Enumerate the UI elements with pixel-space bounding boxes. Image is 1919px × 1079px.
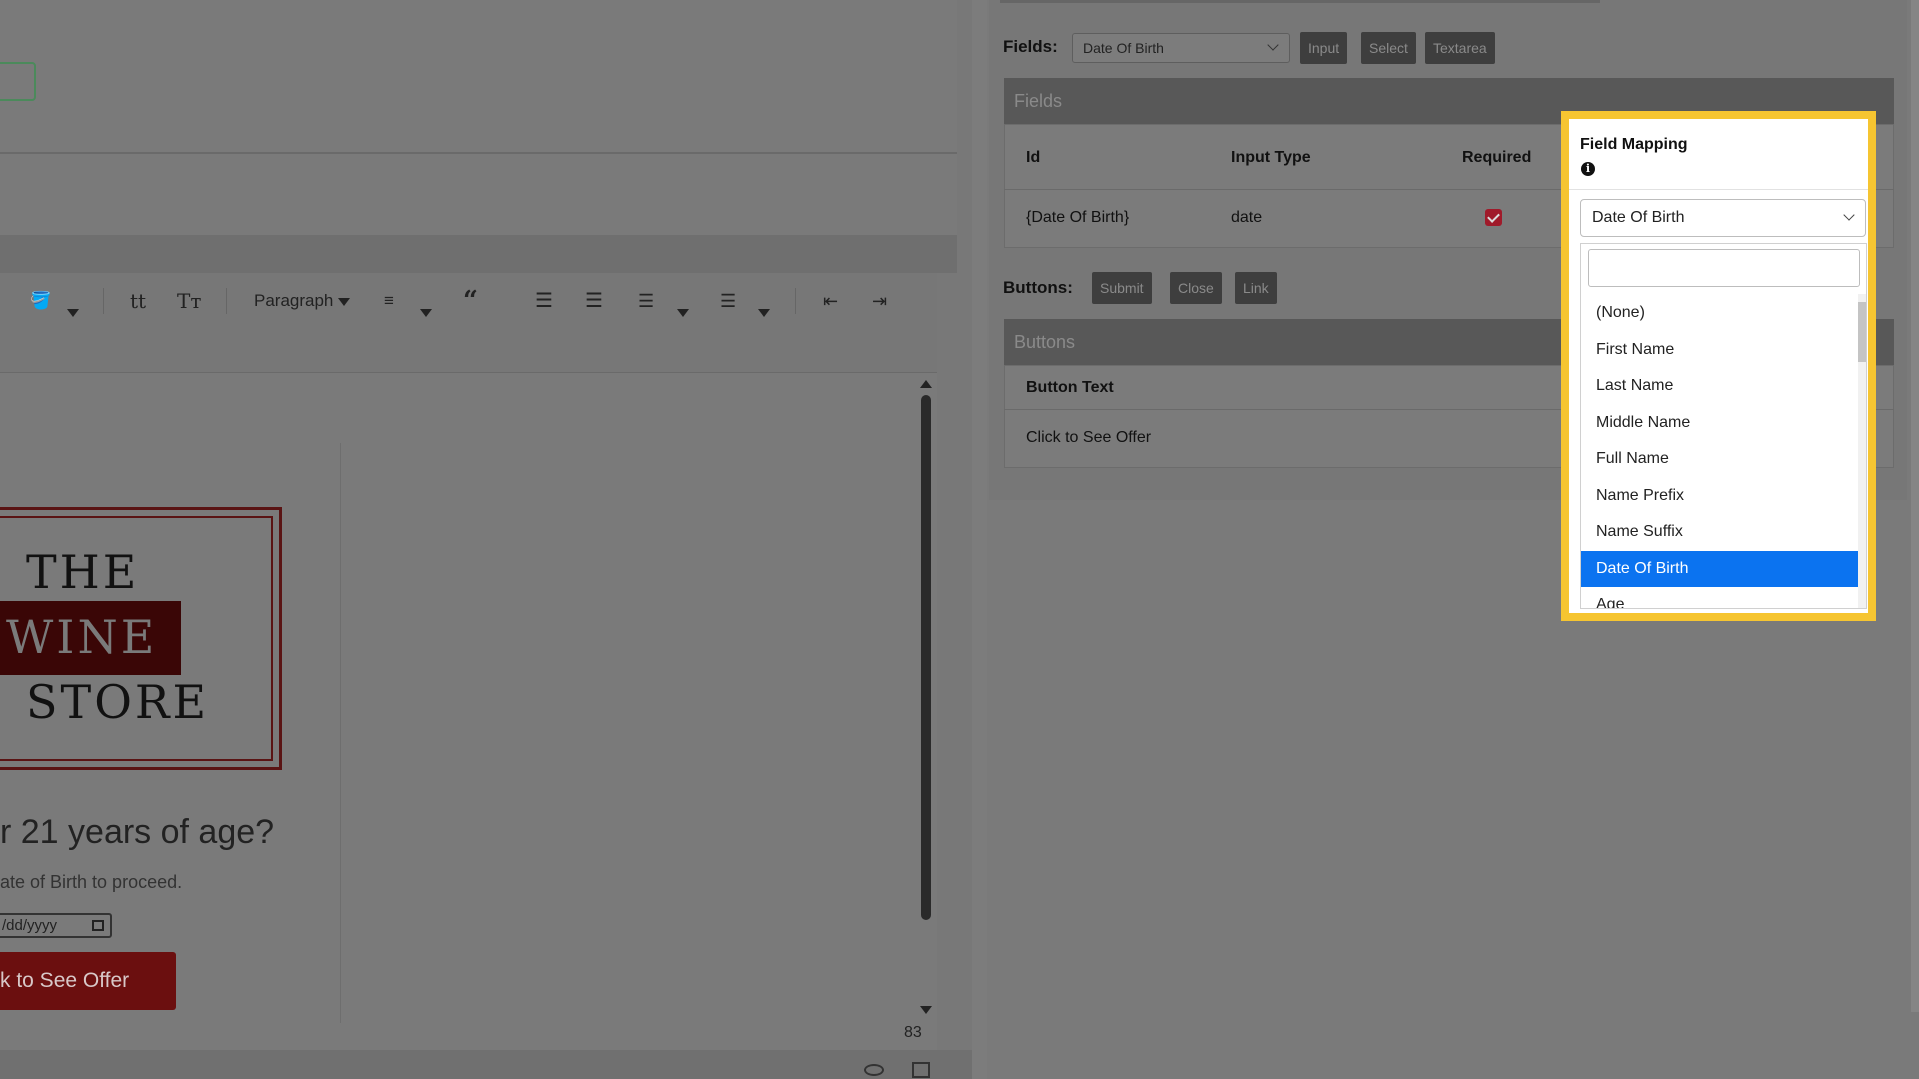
add-close-button[interactable]: Close (1170, 272, 1222, 304)
tab-underline (1000, 0, 1600, 3)
dropdown-search-input[interactable] (1588, 249, 1860, 287)
ordered-list-icon[interactable]: ☰ (535, 288, 553, 314)
add-link-button[interactable]: Link (1235, 272, 1277, 304)
button-text-cell: Click to See Offer (1026, 429, 1152, 446)
add-input-button[interactable]: Input (1300, 32, 1348, 64)
option-full-name[interactable]: Full Name (1581, 441, 1860, 478)
field-mapping-title: Field Mapping (1580, 136, 1688, 153)
editor-header-area (0, 0, 957, 235)
bullet-list-style-icon[interactable]: ☰ (720, 288, 736, 314)
option-name-prefix[interactable]: Name Prefix (1581, 478, 1860, 515)
fields-col-input-type: Input Type (1231, 149, 1311, 166)
dropdown-option-list: (None) First Name Last Name Middle Name … (1581, 295, 1860, 608)
option-middle-name[interactable]: Middle Name (1581, 405, 1860, 442)
preview-eye-icon[interactable] (864, 1064, 884, 1076)
field-mapping-divider (1569, 189, 1868, 190)
add-submit-button[interactable]: Submit (1092, 272, 1152, 304)
dropdown-scrollbar-thumb[interactable] (1858, 302, 1866, 362)
partial-input-box[interactable] (0, 62, 36, 101)
numbered-list-style-icon[interactable]: ☰ (638, 288, 654, 314)
chevron-down-icon (1843, 209, 1855, 221)
fields-select[interactable]: Date Of Birth (1072, 33, 1290, 63)
color-dropdown-caret[interactable] (67, 297, 79, 323)
field-mapping-select[interactable]: Date Of Birth (1580, 199, 1866, 237)
paint-bucket-icon[interactable]: 🪣 (30, 288, 51, 314)
logo-text-wine: WINE (6, 610, 158, 664)
paragraph-format-dropdown[interactable]: Paragraph (254, 288, 351, 314)
field-id-cell: {Date Of Birth} (1026, 209, 1130, 226)
indent-icon[interactable]: ⇥ (872, 288, 887, 314)
unordered-list-icon[interactable]: ☰ (585, 288, 603, 314)
option-age[interactable]: Age (1581, 587, 1860, 608)
field-mapping-select-value: Date Of Birth (1592, 209, 1685, 226)
field-input-type-cell: date (1231, 209, 1263, 226)
font-size-small-icon[interactable]: tt (130, 288, 146, 314)
numbered-list-caret[interactable] (677, 297, 689, 323)
toolbar-separator (103, 288, 104, 314)
see-offer-button[interactable]: k to See Offer (0, 952, 176, 1010)
option-last-name[interactable]: Last Name (1581, 368, 1860, 405)
blockquote-icon[interactable]: “ (463, 288, 478, 314)
bullet-list-caret[interactable] (758, 297, 770, 323)
required-checkbox[interactable] (1485, 209, 1502, 226)
open-external-icon[interactable] (912, 1062, 930, 1078)
add-textarea-button[interactable]: Textarea (1425, 32, 1495, 64)
page-scrollbar-track (1911, 0, 1919, 1012)
toolbar-separator (226, 288, 227, 314)
pane-divider (972, 0, 987, 1079)
outdent-icon[interactable]: ⇤ (823, 288, 838, 314)
editor-divider (0, 152, 957, 154)
toolbar-separator (795, 288, 796, 314)
date-of-birth-input[interactable]: /dd/yyyy (0, 913, 112, 938)
fields-label: Fields: (1003, 37, 1058, 56)
option-name-suffix[interactable]: Name Suffix (1581, 514, 1860, 551)
scroll-down-arrow-icon[interactable] (920, 1006, 932, 1014)
age-question-subtext: ate of Birth to proceed. (0, 872, 183, 892)
buttons-label: Buttons: (1003, 278, 1073, 297)
age-question-heading: r 21 years of age? (0, 813, 275, 851)
fields-select-value: Date Of Birth (1083, 40, 1164, 56)
fields-col-id: Id (1026, 149, 1041, 166)
editor-scrollbar[interactable] (921, 395, 931, 920)
option-date-of-birth[interactable]: Date Of Birth (1581, 550, 1860, 587)
scroll-up-arrow-icon[interactable] (920, 380, 932, 388)
logo-text-store: STORE (26, 675, 210, 729)
logo-text-the: THE (26, 545, 140, 599)
option-first-name[interactable]: First Name (1581, 332, 1860, 369)
info-icon[interactable]: i (1581, 162, 1595, 176)
date-placeholder: /dd/yyyy (2, 917, 58, 934)
chevron-down-icon (1267, 39, 1279, 51)
field-mapping-dropdown: (None) First Name Last Name Middle Name … (1580, 243, 1867, 609)
align-icon[interactable]: ≡ (384, 288, 394, 314)
editor-tab-strip (0, 235, 957, 273)
align-dropdown-caret[interactable] (420, 297, 432, 323)
fields-col-required: Required (1462, 149, 1532, 166)
editor-status-bar (0, 1050, 972, 1079)
add-select-button[interactable]: Select (1361, 32, 1416, 64)
font-size-large-icon[interactable]: Tт (177, 288, 201, 314)
word-counter: 83 (904, 1024, 922, 1041)
canvas-column-guide (340, 443, 341, 1023)
calendar-icon[interactable] (92, 920, 104, 931)
buttons-col-text: Button Text (1026, 379, 1114, 396)
option-none[interactable]: (None) (1581, 295, 1860, 332)
